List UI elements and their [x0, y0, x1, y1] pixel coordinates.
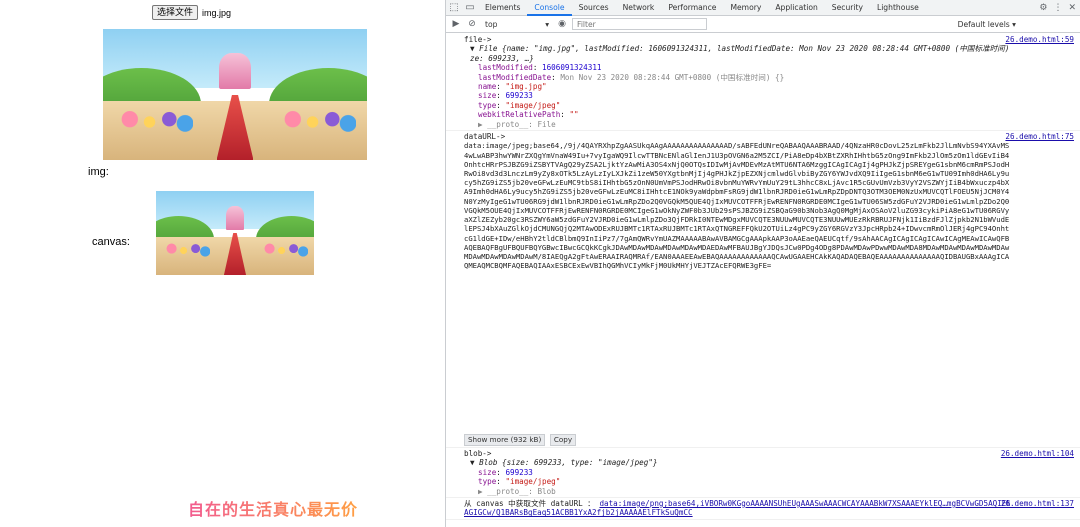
property-value: "image/jpeg": [505, 100, 561, 110]
object-summary[interactable]: ▼ File {name: "img.jpg", lastModified: 1…: [464, 44, 1010, 53]
property-value: 699233: [505, 467, 533, 477]
object-property-row: lastModified: 1606091324311: [478, 63, 602, 73]
dataurl-text: data:image/jpeg;base64,/9j/4QAYRXhpZgAAS…: [464, 141, 1010, 271]
watermark-caption: 自在的生活真心最无价: [188, 496, 358, 520]
log-levels-dropdown[interactable]: Default levels ▾: [958, 20, 1016, 29]
more-icon[interactable]: ⋮: [1053, 3, 1062, 13]
object-property-row: size: 699233: [478, 91, 533, 101]
device-icon[interactable]: ▭: [462, 0, 478, 16]
source-link[interactable]: 26.demo.html:104: [1001, 449, 1074, 458]
tab-performance[interactable]: Performance: [661, 0, 723, 16]
console-output: file-> 26.demo.html:59 ▼ File {name: "im…: [446, 34, 1080, 527]
tab-security[interactable]: Security: [825, 0, 870, 16]
filter-input[interactable]: [572, 18, 707, 30]
copy-button[interactable]: Copy: [549, 434, 577, 446]
object-property-row: type: "image/jpeg": [478, 477, 561, 487]
property-key: type: [478, 477, 497, 487]
selected-file-name: img.jpg: [202, 7, 232, 18]
img-label: img:: [88, 166, 109, 178]
property-key: lastModified: [478, 63, 533, 73]
object-property-row: type: "image/jpeg": [478, 100, 561, 110]
source-link[interactable]: 26.demo.html:59: [1005, 35, 1074, 44]
property-value: 1606091324311: [542, 63, 602, 73]
property-key: webkitRelativePath: [478, 110, 561, 120]
preview-canvas: [156, 191, 314, 275]
source-link[interactable]: 26.demo.html:75: [1005, 132, 1074, 141]
file-input-row: 选择文件 img.jpg: [152, 5, 231, 20]
console-message-dataurl: dataURL-> 26.demo.html:75 data:image/jpe…: [446, 131, 1080, 448]
property-value: "": [569, 110, 579, 120]
console-message-blob: blob-> 26.demo.html:104 ▼ Blob {size: 69…: [446, 448, 1080, 498]
show-more-button[interactable]: Show more (932 kB): [464, 434, 546, 446]
tab-elements[interactable]: Elements: [478, 0, 527, 16]
object-property-row: webkitRelativePath: "": [478, 110, 579, 120]
property-value: "image/jpeg": [505, 477, 561, 487]
dataurl-link-continued[interactable]: AGIGCw/Q1BARsBgEaq51ACBB1YxA2fjb2jAAAAAE…: [464, 508, 693, 517]
tab-memory[interactable]: Memory: [723, 0, 768, 16]
sidebar-toggle-icon[interactable]: ▶: [450, 19, 462, 29]
property-key: size: [478, 467, 497, 477]
tab-application[interactable]: Application: [768, 0, 824, 16]
chevron-down-icon: ▾: [545, 19, 549, 29]
tab-lighthouse[interactable]: Lighthouse: [870, 0, 926, 16]
close-icon[interactable]: ✕: [1068, 3, 1076, 13]
property-key: lastModifiedDate: [478, 72, 552, 82]
proto-row[interactable]: ▶ __proto__: Blob: [464, 487, 1010, 496]
property-value: "img.jpg": [505, 82, 547, 92]
context-selector[interactable]: top ▾: [482, 20, 552, 29]
settings-icon[interactable]: ⚙: [1039, 3, 1047, 13]
choose-file-button[interactable]: 选择文件: [152, 5, 199, 20]
tab-console[interactable]: Console: [527, 0, 572, 16]
object-property-row: name: "img.jpg": [478, 82, 547, 92]
preview-image: [103, 29, 367, 160]
console-message-canvas: 从 canvas 中获取文件 dataURL ： data:image/png;…: [446, 498, 1080, 520]
object-property-row: lastModifiedDate: Mon Nov 23 2020 08:28:…: [478, 72, 785, 82]
inspect-icon[interactable]: ⬚: [446, 0, 462, 16]
dataurl-link[interactable]: data:image/png;base64,iVBORw0KGgoAAAANSU…: [599, 499, 1010, 508]
console-message-file: file-> 26.demo.html:59 ▼ File {name: "im…: [446, 34, 1080, 132]
tab-network[interactable]: Network: [616, 0, 662, 16]
proto-row[interactable]: ▶ __proto__: File: [464, 120, 1010, 129]
property-key: name: [478, 82, 497, 92]
object-property-row: size: 699233: [478, 467, 533, 477]
source-link[interactable]: 26.demo.html:137: [1001, 499, 1074, 508]
devtools-tab-bar: ⬚ ▭ Elements Console Sources Network Per…: [446, 0, 1080, 16]
property-value: Mon Nov 23 2020 08:28:44 GMT+0800 (中国标准时…: [560, 72, 785, 82]
tab-sources[interactable]: Sources: [572, 0, 616, 16]
clear-console-icon[interactable]: ⊘: [466, 19, 478, 29]
property-value: 699233: [505, 91, 533, 101]
canvas-label: canvas:: [92, 236, 130, 248]
console-toolbar: ▶ ⊘ top▾ ◉ Default levels ▾: [446, 16, 1080, 33]
property-key: type: [478, 100, 497, 110]
eye-icon[interactable]: ◉: [556, 19, 568, 29]
property-key: size: [478, 91, 497, 101]
devtools-panel: ⬚ ▭ Elements Console Sources Network Per…: [445, 0, 1080, 527]
web-page: 选择文件 img.jpg img: canvas: 自在的生活真心最无价: [0, 0, 445, 527]
object-summary[interactable]: ▼ Blob {size: 699233, type: "image/jpeg"…: [464, 458, 1010, 467]
